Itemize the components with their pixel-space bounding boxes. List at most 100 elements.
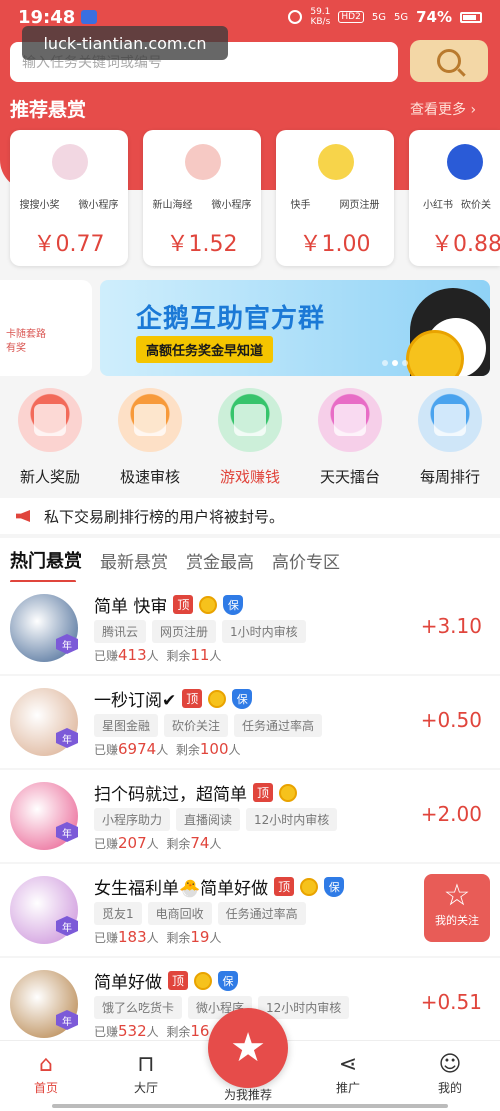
coin-icon (199, 595, 218, 614)
banner-pagination (382, 360, 408, 366)
bar-chart-icon (418, 388, 482, 452)
watermark: luck-tiantian.com.cn (22, 26, 228, 60)
task-row[interactable]: 年 扫个码就过，超简单顶 小程序助力 直播阅读 12小时内审核 已赚207人 剩余7… (0, 770, 500, 862)
tab-latest[interactable]: 最新悬赏 (100, 548, 168, 573)
card-tag: 搜搜小奖 (19, 200, 60, 211)
guarantee-badge: 保 (324, 876, 345, 897)
app-notification-icon (81, 10, 98, 24)
task-title: 扫个码就过，超简单 (94, 785, 247, 805)
coin-icon (194, 971, 213, 990)
task-title: 一秒订阅✔ (94, 691, 177, 711)
nav-promote[interactable]: ⋖ 推广 (308, 1051, 388, 1096)
quick-entry-ranking[interactable]: 每周排行 (400, 388, 500, 488)
nav-home[interactable]: ⌂ 首页 (6, 1051, 86, 1096)
recommend-for-me-button[interactable]: ★ (208, 1008, 288, 1088)
nav-label: 大厅 (133, 1081, 158, 1095)
tab-hot[interactable]: 热门悬赏 (10, 547, 82, 583)
nav-label: 首页 (33, 1081, 58, 1095)
star-flag-icon (318, 388, 382, 452)
task-stats: 已赚207人 剩余74人 (94, 834, 222, 852)
task-tag: 任务通过率高 (234, 714, 323, 737)
quick-entry-game[interactable]: 游戏赚钱 (200, 388, 300, 488)
task-tag: 觅友1 (94, 902, 142, 925)
task-price: +0.50 (420, 708, 482, 732)
home-icon: ⌂ (39, 1052, 53, 1077)
card-tag: 快手 (290, 200, 311, 211)
task-tag: 砍价关注 (164, 714, 229, 737)
task-tag: 小程序助力 (94, 808, 171, 831)
card-tag: 砍价关 (461, 200, 491, 211)
my-follow-button[interactable]: ☆ 我的关注 (424, 874, 490, 942)
task-price: +2.00 (420, 802, 482, 826)
home-indicator (52, 1104, 448, 1108)
recommend-for-me-label: 为我推荐 (223, 1088, 272, 1102)
coin-icon (208, 689, 227, 708)
task-tag: 12小时内审核 (246, 808, 338, 831)
tab-highest-reward[interactable]: 赏金最高 (186, 548, 254, 573)
top-badge: 顶 (168, 971, 189, 990)
task-tag: 任务通过率高 (217, 902, 306, 925)
avatar (318, 144, 354, 180)
network-speed: 59.1 KB/s (310, 7, 331, 27)
notice-bar[interactable]: 私下交易刷排行榜的用户将被封号。 (0, 498, 500, 534)
task-price: +3.10 (420, 614, 482, 638)
quick-entry-newbie[interactable]: 新人奖励 (0, 388, 100, 488)
nav-label: 推广 (335, 1081, 360, 1095)
battery-icon (460, 11, 482, 23)
task-tag: 网页注册 (152, 620, 217, 643)
avatar (52, 144, 88, 180)
avatar (185, 144, 221, 180)
task-title: 简单好做 (94, 973, 162, 993)
banner-title: 企鹅互助官方群 (136, 304, 326, 334)
quick-entry-arena[interactable]: 天天擂台 (300, 388, 400, 488)
hd-voice-icon: HD2 (338, 11, 364, 23)
search-button[interactable] (410, 40, 488, 82)
quick-entry-label: 新人奖励 (19, 468, 80, 486)
speaker-icon (16, 510, 30, 522)
task-tag: 星图金融 (94, 714, 159, 737)
task-tag: 1小时内审核 (222, 620, 306, 643)
card-price: ￥0.88 (431, 232, 500, 257)
quick-entry-row: 新人奖励 极速审核 游戏赚钱 天天擂台 每周排行 (0, 388, 500, 488)
share-icon: ⋖ (338, 1052, 358, 1077)
task-title: 女生福利单🐣简单好做 (94, 879, 269, 899)
avatar (447, 144, 483, 180)
task-row[interactable]: 年 一秒订阅✔ 顶保 星图金融 砍价关注 任务通过率高 已赚6974人 剩余100人 … (0, 676, 500, 768)
card-price: ￥1.00 (299, 232, 371, 257)
top-badge: 顶 (274, 877, 295, 896)
promo-banner[interactable]: 企鹅互助官方群 高额任务奖金早知道 (100, 280, 490, 376)
banner-prev-text: 卡随套路 (6, 329, 46, 340)
notice-text: 私下交易刷排行榜的用户将被封号。 (44, 507, 285, 526)
recommend-title: 推荐悬赏 (10, 99, 87, 121)
alarm-icon (288, 10, 303, 24)
guarantee-badge: 保 (232, 688, 253, 709)
quick-entry-label: 游戏赚钱 (219, 468, 280, 486)
coin-icon (279, 783, 298, 802)
nav-hall[interactable]: ⊓ 大厅 (106, 1051, 186, 1096)
recommend-card[interactable]: 小红书 砍价关 ￥0.88 (409, 130, 500, 266)
my-follow-label: 我的关注 (435, 914, 479, 927)
bookmark-icon: ⊓ (137, 1052, 155, 1077)
recommend-card[interactable]: 搜搜小奖 微小程序 ￥0.77 (10, 130, 128, 266)
nav-mine[interactable]: ☺ 我的 (410, 1051, 490, 1096)
banner-prev-text: 有奖 (6, 343, 26, 354)
coin-icon (300, 877, 319, 896)
task-tag: 饿了么吃货卡 (94, 996, 183, 1019)
recommend-more-link[interactable]: 查看更多 › (410, 99, 476, 119)
task-row[interactable]: 年 简单 快审顶保 腾讯云 网页注册 1小时内审核 已赚413人 剩余11人 +3.… (0, 582, 500, 674)
gamepad-icon (218, 388, 282, 452)
tab-high-price[interactable]: 高价专区 (272, 548, 340, 573)
task-stats: 已赚6974人 剩余100人 (94, 740, 241, 758)
gift-icon (18, 388, 82, 452)
banner-prev-slide[interactable]: 卡随套路 有奖 (0, 280, 92, 376)
quick-entry-label: 天天擂台 (319, 468, 380, 486)
recommend-card[interactable]: 快手 网页注册 ￥1.00 (276, 130, 394, 266)
quick-entry-fast-review[interactable]: 极速审核 (100, 388, 200, 488)
star-icon: ☆ (443, 878, 471, 913)
task-tag: 腾讯云 (94, 620, 147, 643)
status-time: 19:48 (18, 6, 76, 28)
task-tag: 直播阅读 (176, 808, 241, 831)
signal-5g-icon: 5G (371, 11, 386, 23)
task-price: +0.51 (420, 990, 482, 1014)
recommend-card[interactable]: 新山海经 微小程序 ￥1.52 (143, 130, 261, 266)
